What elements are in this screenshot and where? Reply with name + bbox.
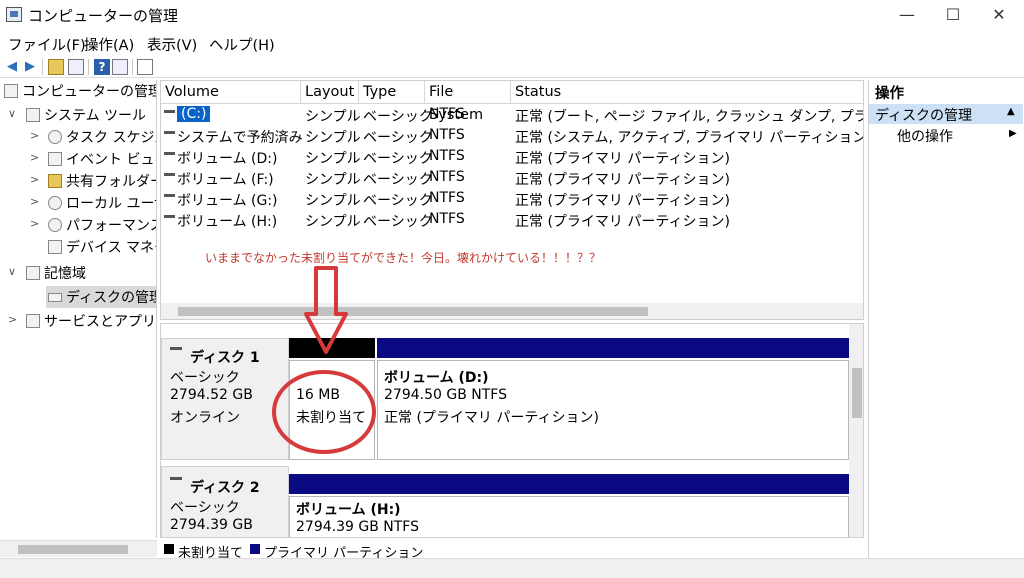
- status-bar: [0, 558, 1024, 578]
- disk-legend: 未割り当て プライマリ パーティション: [160, 541, 864, 558]
- actions-other[interactable]: 他の操作: [897, 126, 953, 146]
- collapse-up-icon[interactable]: ▲: [1007, 106, 1015, 117]
- legend-unallocated: 未割り当て: [178, 546, 244, 558]
- actions-pane: 操作 ディスクの管理 ▲ 他の操作 ▶: [868, 80, 1024, 558]
- circle-annotation: [272, 370, 376, 454]
- unallocated-swatch: [164, 544, 174, 554]
- legend-primary: プライマリ パーティション: [264, 546, 424, 558]
- actions-disk-management[interactable]: ディスクの管理 ▲: [869, 104, 1023, 124]
- actions-title: 操作: [875, 86, 904, 102]
- down-arrow-annotation: [304, 266, 348, 354]
- primary-swatch: [250, 544, 260, 554]
- chevron-right-icon[interactable]: ▶: [1009, 128, 1017, 139]
